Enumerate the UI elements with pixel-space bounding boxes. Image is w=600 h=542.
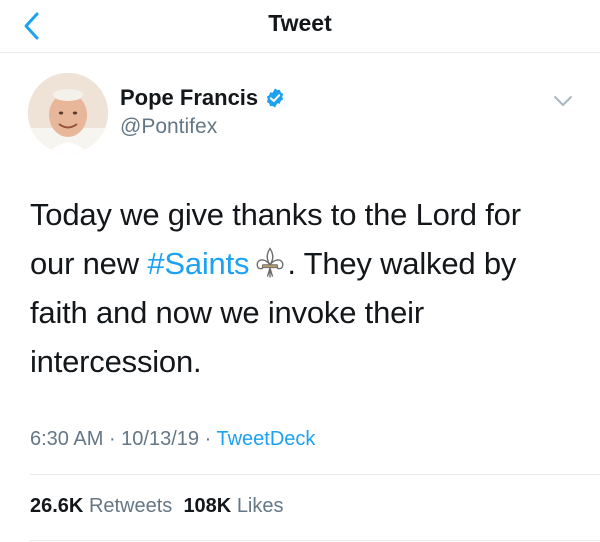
tweet-meta: 6:30 AM · 10/13/19 · TweetDeck xyxy=(30,428,315,451)
tweet-source-link[interactable]: TweetDeck xyxy=(216,428,315,450)
meta-separator: · xyxy=(199,428,217,450)
divider xyxy=(30,474,600,475)
likes-label: Likes xyxy=(236,495,284,517)
avatar-image xyxy=(28,73,108,153)
tweet-date: 10/13/19 xyxy=(121,428,200,450)
verified-badge-icon xyxy=(267,88,284,108)
meta-separator: · xyxy=(103,428,122,450)
divider xyxy=(30,540,600,541)
tweet-time: 6:30 AM xyxy=(30,428,104,450)
author-name[interactable]: Pope Francis xyxy=(120,85,286,111)
retweets-count: 26.6K xyxy=(30,495,84,517)
retweets-stat[interactable]: 26.6K Retweets xyxy=(30,495,172,517)
likes-stat[interactable]: 108K Likes xyxy=(183,495,283,517)
avatar[interactable] xyxy=(28,73,108,153)
tweet-text: Today we give thanks to the Lord for our… xyxy=(30,190,570,386)
chevron-down-icon[interactable] xyxy=(552,94,574,108)
author-handle[interactable]: @Pontifex xyxy=(120,115,217,139)
likes-count: 108K xyxy=(183,495,232,517)
author-name-text: Pope Francis xyxy=(120,85,259,110)
tweet-detail-page: Tweet Pope Francis @Pontifex Today we gi… xyxy=(0,0,600,542)
fleur-de-lis-icon xyxy=(256,247,284,278)
page-title: Tweet xyxy=(268,10,332,36)
retweets-label: Retweets xyxy=(88,495,173,517)
tweet-stats: 26.6K Retweets 108K Likes xyxy=(30,495,284,518)
hashtag-link[interactable]: #Saints xyxy=(147,246,249,281)
header: Tweet xyxy=(0,0,600,53)
